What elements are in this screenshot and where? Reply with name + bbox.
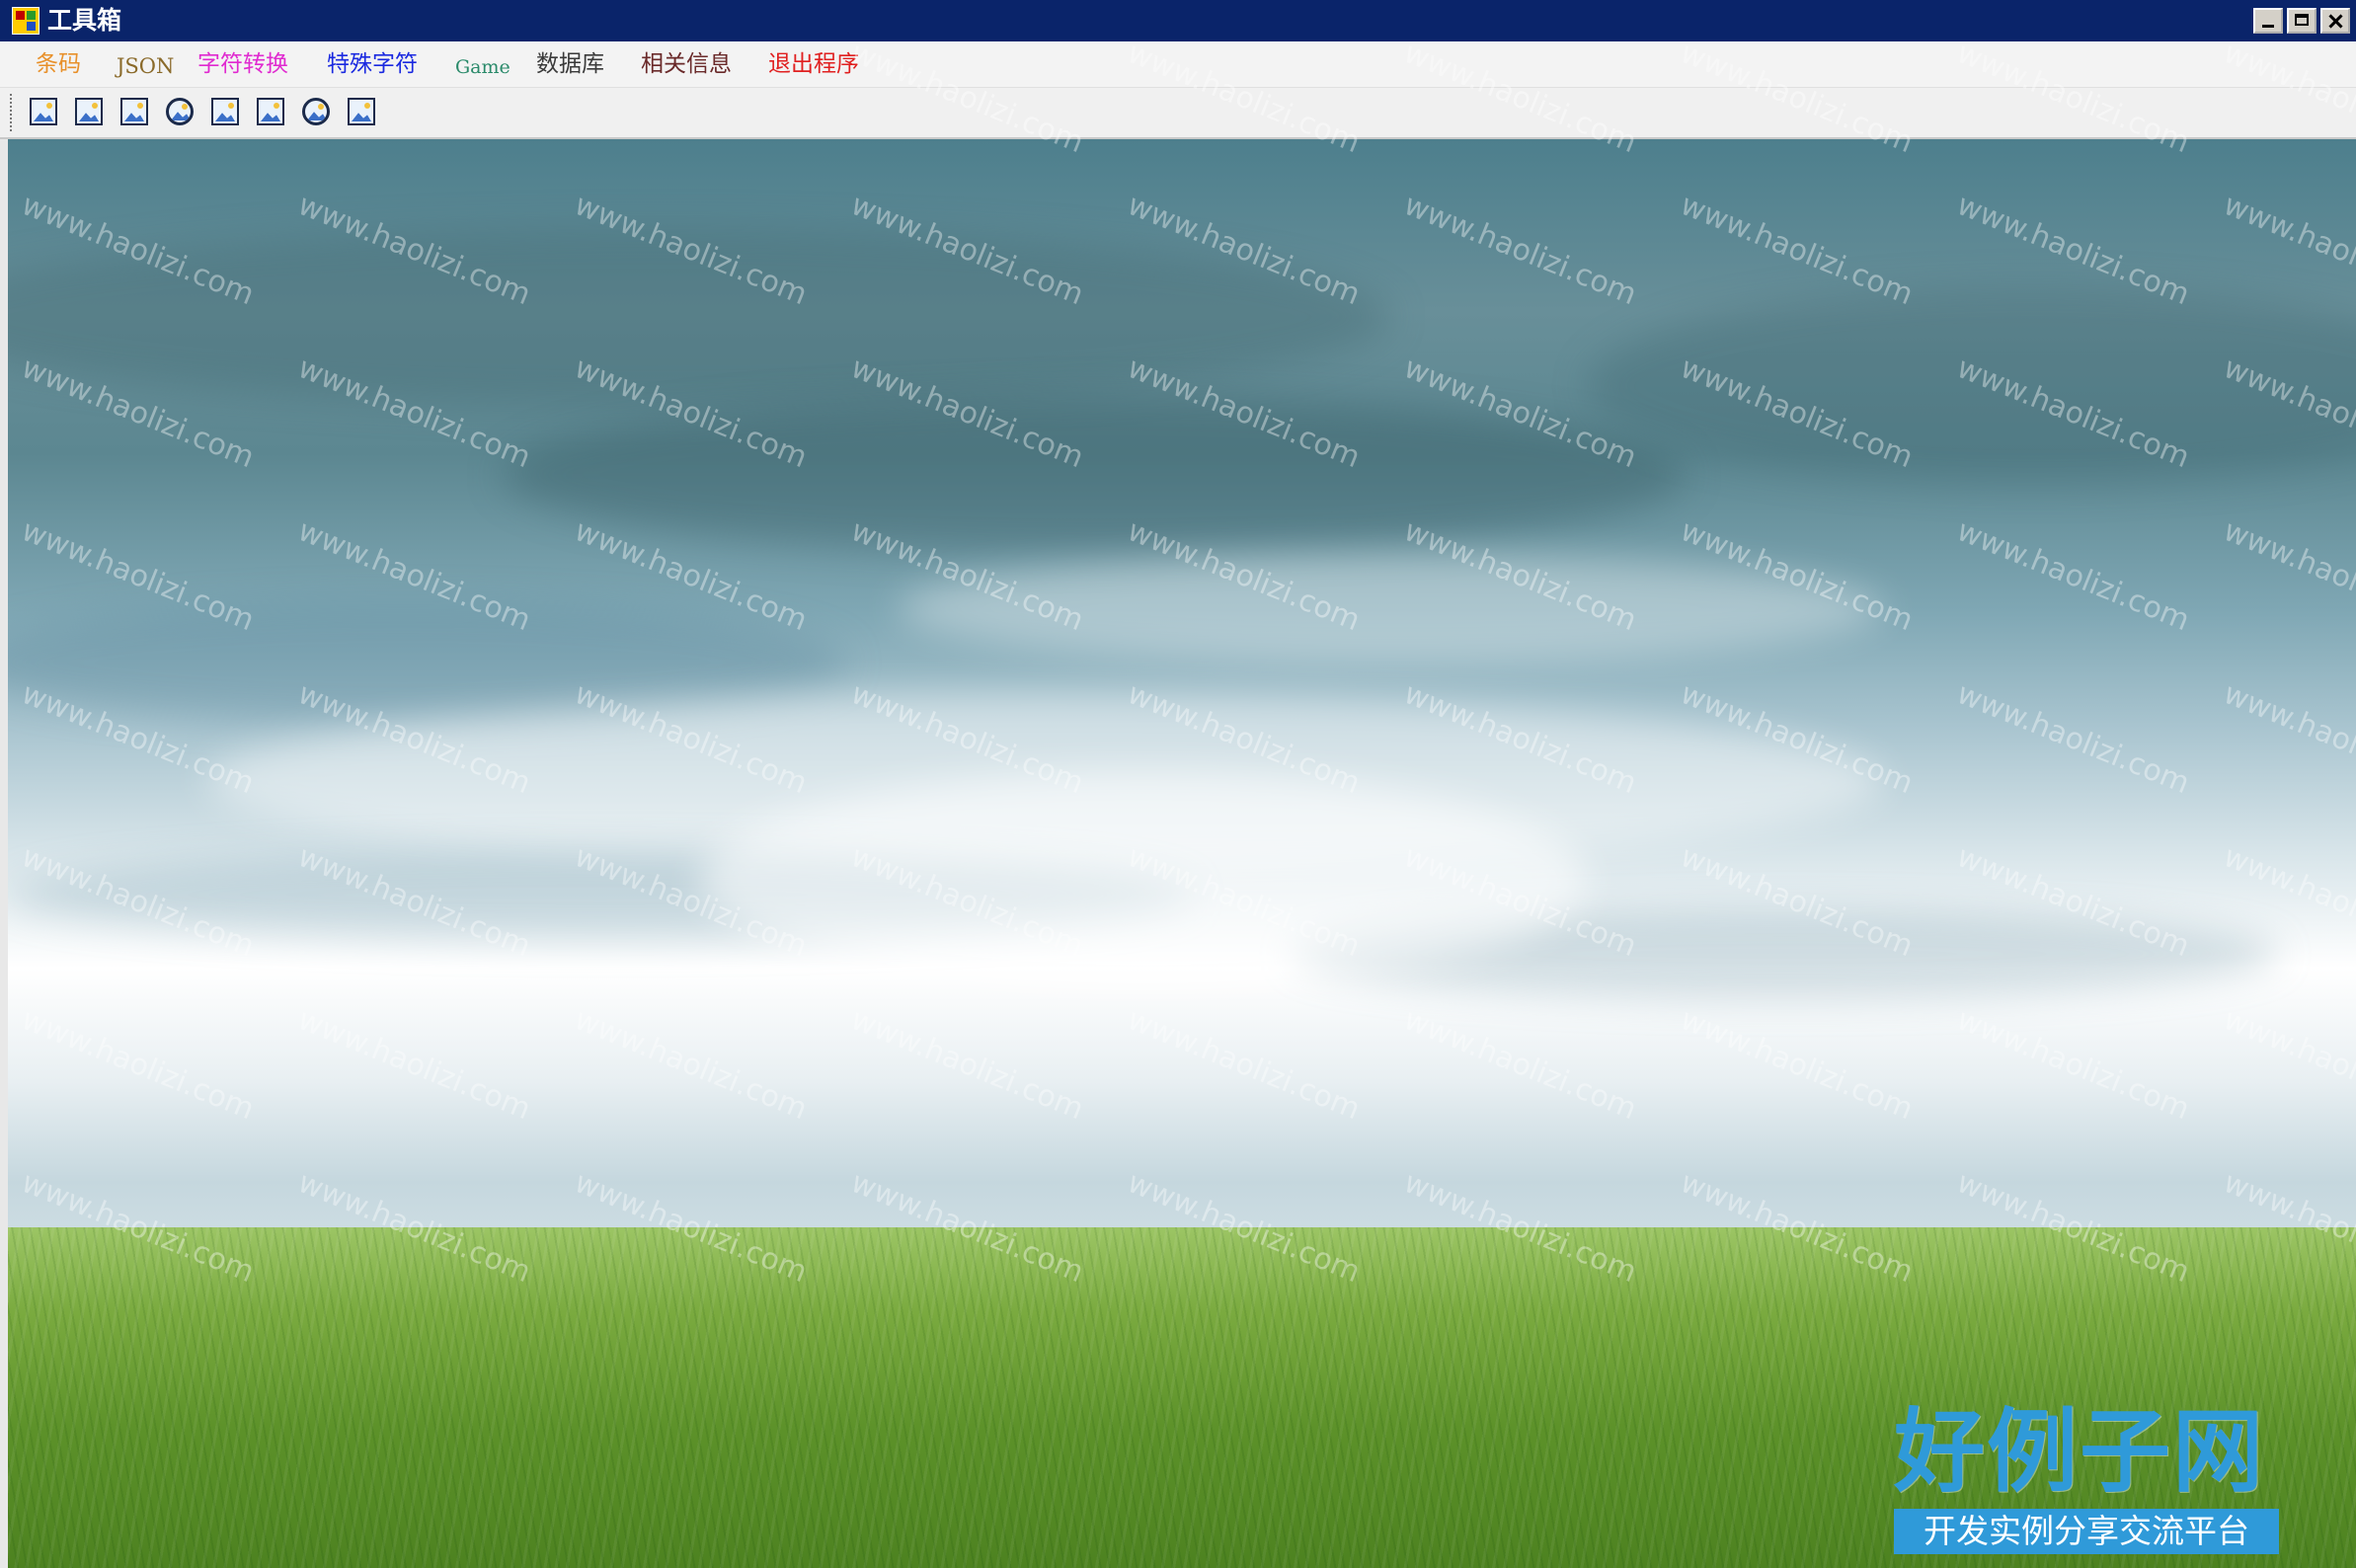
cloud <box>502 396 1687 554</box>
menu-item-barcode[interactable]: 条码 <box>36 50 81 78</box>
menu-item-game[interactable]: Game <box>455 53 510 81</box>
menu-item-json[interactable]: JSON <box>117 52 174 80</box>
menu-item-about[interactable]: 相关信息 <box>641 50 732 78</box>
cloud <box>8 228 1390 406</box>
image-icon[interactable] <box>344 94 379 129</box>
image-icon[interactable] <box>253 94 288 129</box>
cloud <box>897 554 1884 663</box>
image-icon[interactable] <box>207 94 243 129</box>
title-bar: 工具箱 <box>0 0 2356 41</box>
cloud <box>699 771 1588 988</box>
menu-item-database[interactable]: 数据库 <box>536 50 604 78</box>
grass-field <box>8 1227 2356 1568</box>
window-title: 工具箱 <box>47 6 122 35</box>
maximize-icon[interactable] <box>2287 8 2317 34</box>
window-border <box>0 139 8 1568</box>
tool-bar <box>0 88 2356 139</box>
toolbar-grip[interactable] <box>10 94 16 131</box>
image-icon[interactable] <box>71 94 107 129</box>
menu-item-exit[interactable]: 退出程序 <box>768 50 859 78</box>
menu-item-special-chars[interactable]: 特殊字符 <box>327 50 418 78</box>
image-icon[interactable] <box>26 94 61 129</box>
background-image <box>8 139 2356 1568</box>
image-round-icon[interactable] <box>298 94 334 129</box>
app-icon[interactable] <box>12 7 39 35</box>
close-icon[interactable] <box>2320 8 2350 34</box>
image-round-icon[interactable] <box>162 94 197 129</box>
cloud <box>1588 287 2356 485</box>
window-controls <box>2253 8 2350 34</box>
menu-item-char-convert[interactable]: 字符转换 <box>197 50 288 78</box>
minimize-icon[interactable] <box>2253 8 2283 34</box>
menu-bar: 条码 JSON 字符转换 特殊字符 Game 数据库 相关信息 退出程序 <box>0 41 2356 88</box>
image-icon[interactable] <box>117 94 152 129</box>
